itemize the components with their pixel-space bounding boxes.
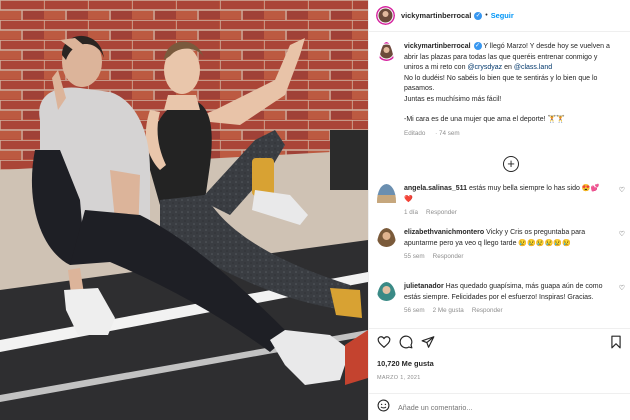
comment-like-heart-icon[interactable]: ♡ xyxy=(619,284,625,292)
mention-link[interactable]: @class.land xyxy=(514,64,552,71)
caption-line: -Mi cara es de una mujer que ama el depo… xyxy=(404,116,566,123)
like-count[interactable]: 10,720 Me gusta xyxy=(377,359,434,368)
caption-line: Juntas es muchísimo más fácil! xyxy=(404,95,502,103)
commenter-avatar-image xyxy=(377,282,396,301)
comment-age[interactable]: 56 sem xyxy=(404,307,425,314)
caption-text: uniros a mi reto con xyxy=(404,64,466,71)
caption-author-avatar-image xyxy=(377,42,396,61)
follow-button[interactable]: Seguir xyxy=(491,11,514,20)
separator-dot: • xyxy=(485,12,488,19)
commenter-avatar-image xyxy=(377,228,396,247)
comment-item: angela.salinas_511 estás muy bella siemp… xyxy=(377,184,627,219)
commenter-avatar[interactable] xyxy=(377,228,396,263)
verified-badge-icon: ✓ xyxy=(473,42,482,51)
comment-like-count[interactable]: 2 Me gusta xyxy=(433,307,464,314)
caption-age[interactable]: 74 sem xyxy=(439,130,460,137)
commenter-username[interactable]: angela.salinas_511 xyxy=(404,185,467,192)
bookmark-icon[interactable] xyxy=(609,335,623,354)
comment-text-line: julietanador Has quedado guapísima, más … xyxy=(404,282,604,303)
comment-meta: 56 sem 2 Me gusta Responder xyxy=(404,306,604,317)
verified-badge-icon: ✓ xyxy=(474,11,483,20)
comment-input[interactable] xyxy=(398,403,608,412)
comment-body: julietanador Has quedado guapísima, más … xyxy=(404,282,604,317)
comment-like-heart-icon[interactable]: ♡ xyxy=(619,186,625,194)
comment-age[interactable]: 1 día xyxy=(404,209,418,216)
comments-section[interactable]: vickymartinberrocal ✓ Y llegó Marzo! Y de… xyxy=(369,32,630,328)
caption-line: No lo dudéis! No sabéis lo bien que te s… xyxy=(404,74,598,82)
comment-meta: 1 día Responder xyxy=(404,208,604,219)
comment-item: elizabethvanichmontero Vicky y Cris os p… xyxy=(377,228,627,263)
action-icons-row xyxy=(377,335,623,351)
commenter-username[interactable]: elizabethvanichmontero xyxy=(404,229,484,236)
comment-text-line: angela.salinas_511 estás muy bella siemp… xyxy=(404,184,604,205)
comment-like-heart-icon[interactable]: ♡ xyxy=(619,230,625,238)
emoji-icon[interactable] xyxy=(377,399,390,417)
post-photo-illustration xyxy=(0,0,368,420)
caption-author-avatar[interactable] xyxy=(377,42,396,139)
author-username[interactable]: vickymartinberrocal xyxy=(401,11,471,20)
commenter-avatar-image xyxy=(377,184,396,203)
heart-icon[interactable] xyxy=(377,335,391,354)
caption-text: Y llegó Marzo! Y desde hoy se vuelven a xyxy=(483,43,610,50)
edited-label: Editado xyxy=(404,129,426,137)
post-header: vickymartinberrocal ✓ • Seguir xyxy=(369,0,630,32)
caption-line: pasamos. xyxy=(404,85,435,92)
caption-text: en xyxy=(504,64,512,71)
commenter-avatar[interactable] xyxy=(377,184,396,219)
author-avatar-image xyxy=(376,6,395,25)
comment-item: julietanador Has quedado guapísima, más … xyxy=(377,282,627,317)
comment-icon[interactable] xyxy=(399,335,413,354)
post-caption: vickymartinberrocal ✓ Y llegó Marzo! Y de… xyxy=(377,42,627,139)
reply-button[interactable]: Responder xyxy=(426,209,457,216)
mention-link[interactable]: @crysdyaz xyxy=(467,64,502,71)
caption-body: vickymartinberrocal ✓ Y llegó Marzo! Y de… xyxy=(404,42,616,139)
share-icon[interactable] xyxy=(421,335,435,354)
comment-body: elizabethvanichmontero Vicky y Cris os p… xyxy=(404,228,604,263)
comment-body: angela.salinas_511 estás muy bella siemp… xyxy=(404,184,604,219)
post-side-panel: vickymartinberrocal ✓ • Seguir vickymart… xyxy=(368,0,630,420)
comment-age[interactable]: 55 sem xyxy=(404,253,425,260)
author-avatar[interactable] xyxy=(376,6,395,25)
plus-circle-icon[interactable]: + xyxy=(503,156,519,172)
add-comment-bar xyxy=(369,393,630,420)
reply-button[interactable]: Responder xyxy=(433,253,464,260)
post-actions: 10,720 Me gusta MARZO 1, 2021 xyxy=(369,328,630,420)
comment-meta: 55 sem Responder xyxy=(404,252,604,263)
caption-username[interactable]: vickymartinberrocal xyxy=(404,43,471,50)
comment-text-line: elizabethvanichmontero Vicky y Cris os p… xyxy=(404,228,604,249)
commenter-avatar[interactable] xyxy=(377,282,396,317)
caption-line: vickymartinberrocal ✓ Y llegó Marzo! Y de… xyxy=(404,42,616,53)
caption-line: uniros a mi reto con @crysdyaz en @class… xyxy=(404,63,616,74)
commenter-username[interactable]: julietanador xyxy=(404,283,444,290)
caption-line: abrir las plazas para todas las que quer… xyxy=(404,53,598,61)
reply-button[interactable]: Responder xyxy=(472,307,503,314)
caption-meta: Editado · 74 sem xyxy=(404,129,460,137)
post-photo[interactable] xyxy=(0,0,368,420)
post-date[interactable]: MARZO 1, 2021 xyxy=(377,375,421,381)
